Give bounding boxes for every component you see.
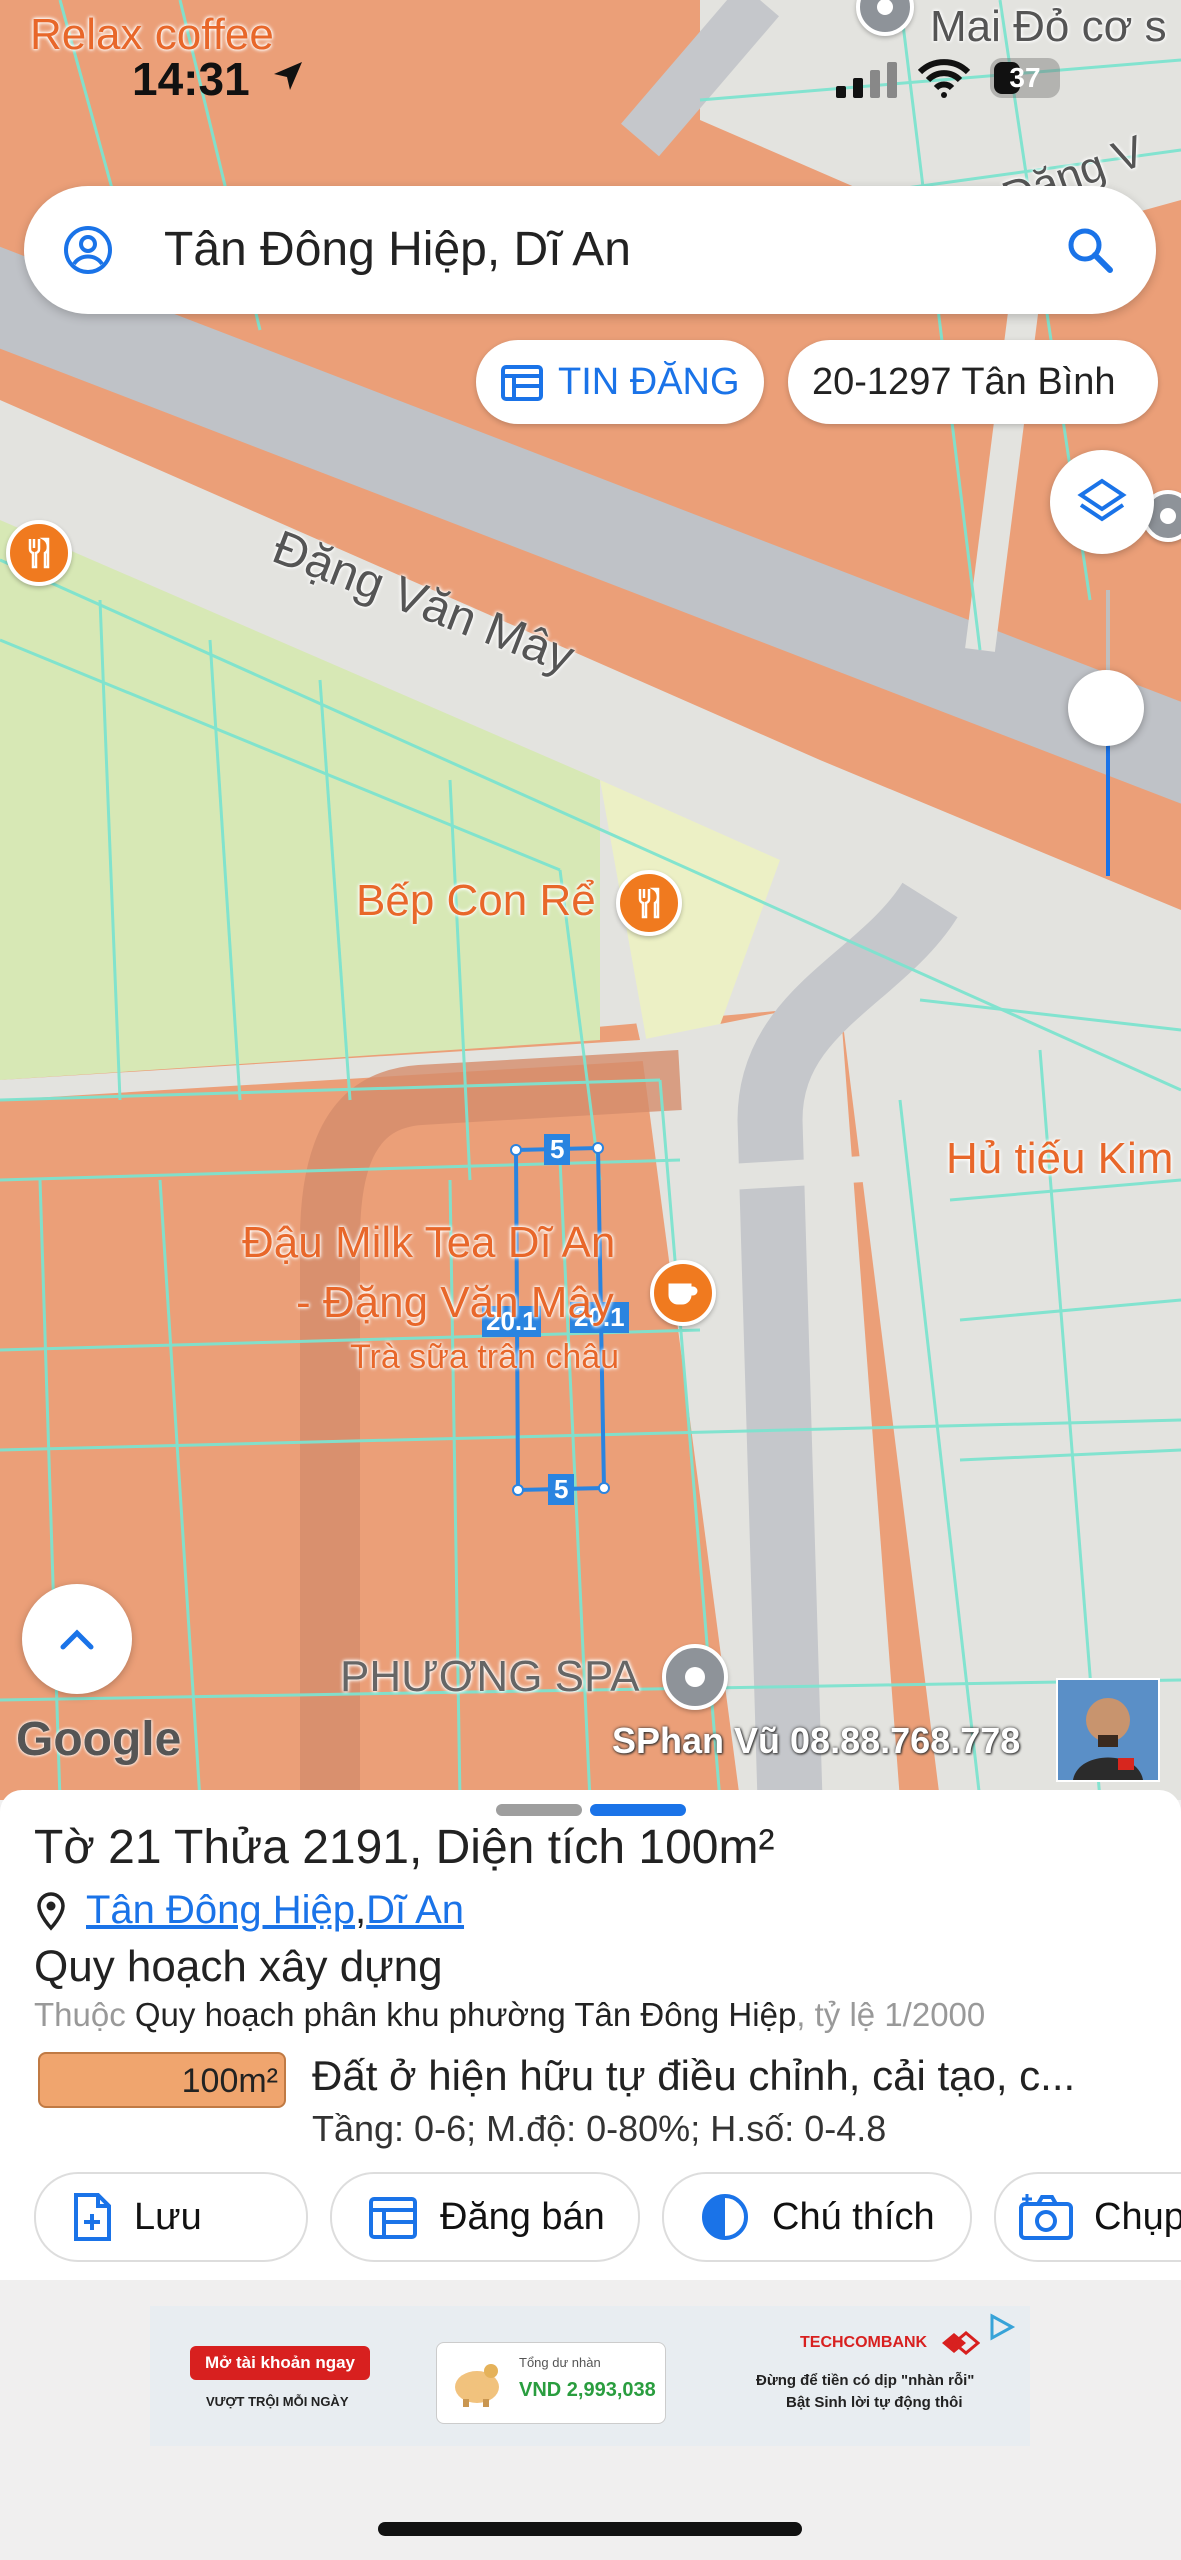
ad-choices-icon[interactable] [986,2312,1016,2342]
contrast-icon [702,2194,748,2240]
battery-icon: 37 [990,58,1060,98]
ad-cta-label: Mở tài khoản ngay [205,2353,355,2372]
expand-button[interactable] [22,1584,132,1694]
post-for-sale-button[interactable]: Đăng bán [330,2172,640,2262]
status-time: 14:31 [132,53,250,105]
area-value: 100m² [638,1821,775,1874]
location-separator: , [355,1888,367,1932]
layers-icon [1077,478,1127,522]
parcel-ref-label: 20-1297 Tân Bình [812,360,1116,403]
add-file-icon [74,2193,111,2241]
zoom-slider[interactable] [1068,590,1144,876]
wifi-icon [917,58,971,103]
sheet-handle[interactable] [496,1804,582,1816]
restaurant-pin-icon[interactable] [616,870,682,936]
capture-label: Chụp [1094,2195,1181,2238]
parcel-title: Tờ 21 Thửa 2191, Diện tích 100m² [34,1820,774,1875]
avatar[interactable] [1056,1678,1160,1782]
belongs-prefix: Thuộc [34,1996,135,2033]
plot-prefix: Thửa [161,1821,303,1874]
location-arrow-icon [270,58,306,99]
parcel-ref-chip[interactable]: 20-1297 Tân Bình [788,340,1158,424]
listing-chip[interactable]: TIN ĐĂNG [476,340,764,424]
layers-button[interactable] [1050,450,1154,554]
legend-button[interactable]: Chú thích [662,2172,972,2262]
poi-label-bep-con-re[interactable]: Bếp Con Rể [356,876,596,926]
listing-chip-label: TIN ĐĂNG [558,360,740,403]
plan-name: Quy hoạch phân khu phường Tân Đông Hiệp [134,1996,797,2033]
ad-balance-label: Tổng dư nhàn [519,2355,601,2370]
legend-label: Chú thích [772,2195,935,2238]
poi-label-tra-sua: Trà sữa trân châu [350,1338,620,1376]
ad-line-1: Đừng để tiền có dịp "nhàn rỗi" [756,2372,975,2389]
save-button[interactable]: Lưu [34,2172,308,2262]
ad-brand: TECHCOMBANK [800,2334,928,2351]
search-icon[interactable] [1066,226,1114,279]
location-pin-icon [37,1891,65,1931]
chevron-up-icon [60,1629,94,1650]
signal-icon [836,62,902,103]
parcel-dim-top: 5 [544,1134,571,1165]
battery-level: 37 [1009,62,1041,93]
camera-icon [1019,2194,1073,2240]
ad-cta-button[interactable]: Mở tài khoản ngay [190,2346,370,2380]
google-logo: Google [16,1713,182,1766]
poi-label-mai-do[interactable]: Mai Đỏ cơ s [930,2,1167,52]
ad-line-2: Bật Sinh lời tự động thôi [786,2394,963,2411]
poi-label-dau-milk-tea-2[interactable]: - Đặng Văn Mây [296,1278,614,1328]
sheet-handle-active[interactable] [590,1804,686,1816]
restaurant-pin-icon[interactable] [6,520,72,586]
ad-balance-value: VND 2,993,038 [519,2379,656,2401]
poi-label-phuong-spa[interactable]: PHƯƠNG SPA [340,1652,639,1702]
calendar-icon [500,362,544,402]
ad-banner[interactable]: Mở tài khoản ngay VƯỢT TRỘI MỖI NGÀY Tổn… [150,2306,1030,2446]
location-district-link[interactable]: Dĩ An [366,1888,464,1933]
poi-label-hu-tieu[interactable]: Hủ tiếu Kim [946,1134,1173,1184]
plan-scale: , tỷ lệ 1/2000 [796,1996,986,2033]
calendar-icon [369,2197,417,2239]
zone-area: 100m² [181,2062,278,2100]
capture-button[interactable]: Chụp [994,2172,1181,2262]
location-row: Tân Đông Hiệp, Dĩ An [34,1888,464,1933]
zone-description[interactable]: Đất ở hiện hữu tự điều chỉnh, cải tạo, c… [312,2052,1075,2100]
title-prefix: Tờ [34,1821,109,1874]
ad-phone-card: Tổng dư nhàn VND 2,993,038 [436,2342,666,2424]
place-pin-icon[interactable] [662,1644,728,1710]
post-label: Đăng bán [440,2195,605,2238]
search-input[interactable]: Tân Đông Hiệp, Dĩ An [164,222,631,277]
poi-label-dau-milk-tea-1[interactable]: Đậu Milk Tea Dĩ An [242,1218,615,1268]
zone-color-swatch: 100m² [38,2052,286,2108]
home-indicator[interactable] [378,2522,802,2536]
search-bar[interactable]: Tân Đông Hiệp, Dĩ An [24,186,1156,314]
watermark-text: SPhan Vũ 08.88.768.778 [612,1720,1021,1761]
plan-row: Thuộc Quy hoạch phân khu phường Tân Đông… [34,1996,985,2034]
area-prefix: , Diện tích [408,1821,639,1874]
save-label: Lưu [134,2195,202,2238]
location-ward-link[interactable]: Tân Đông Hiệp [86,1888,355,1933]
parcel-dim-bottom: 5 [548,1474,575,1505]
sheet-number: 21 [108,1821,162,1874]
plot-number: 2191 [302,1821,409,1874]
zoom-slider-handle[interactable] [1068,670,1144,746]
piggy-bank-icon [455,2364,499,2407]
cafe-pin-icon[interactable] [650,1260,716,1326]
ad-tagline: VƯỢT TRỘI MỖI NGÀY [206,2394,349,2409]
techcombank-logo-icon [942,2331,980,2355]
account-icon[interactable] [62,224,114,281]
section-title: Quy hoạch xây dựng [34,1942,443,1991]
zone-specs: Tầng: 0-6; M.độ: 0-80%; H.số: 0-4.8 [312,2108,887,2149]
